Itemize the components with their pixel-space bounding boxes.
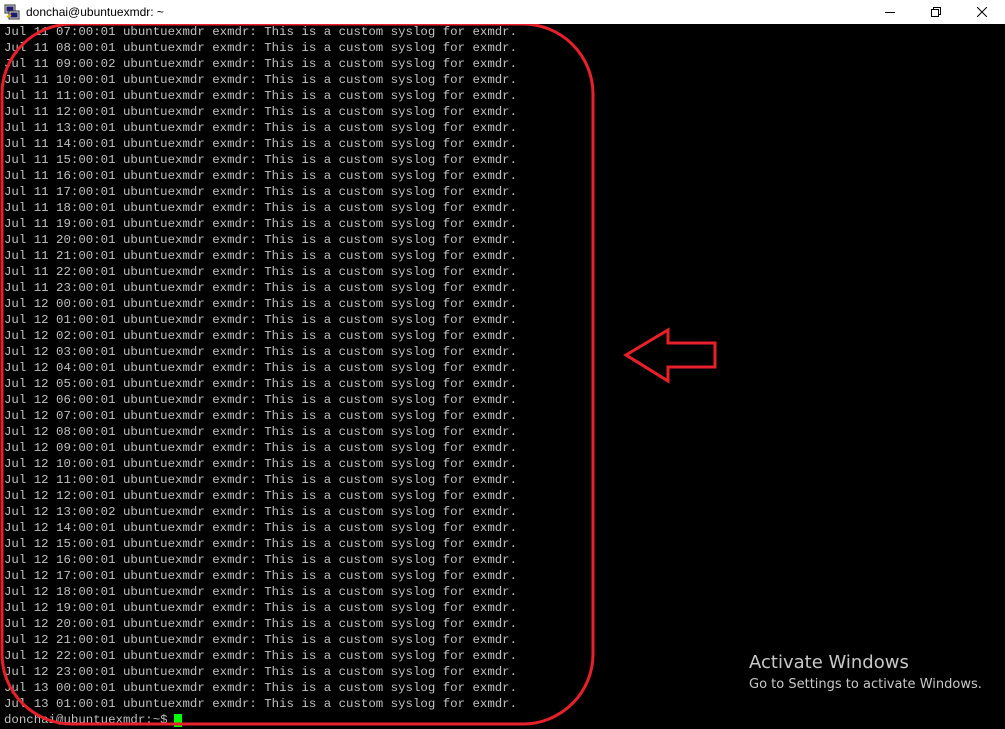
- log-line: Jul 11 14:00:01 ubuntuexmdr exmdr: This …: [4, 137, 518, 151]
- log-line: Jul 11 15:00:01 ubuntuexmdr exmdr: This …: [4, 153, 518, 167]
- log-line: Jul 13 01:00:01 ubuntuexmdr exmdr: This …: [4, 697, 518, 711]
- window-controls: [867, 0, 1005, 24]
- terminal-area[interactable]: Jul 11 07:00:01 ubuntuexmdr exmdr: This …: [0, 24, 1005, 729]
- log-line: Jul 12 05:00:01 ubuntuexmdr exmdr: This …: [4, 377, 518, 391]
- restore-button[interactable]: [913, 0, 959, 24]
- log-line: Jul 12 12:00:01 ubuntuexmdr exmdr: This …: [4, 489, 518, 503]
- left-arrow-icon: [623, 327, 717, 384]
- log-line: Jul 11 19:00:01 ubuntuexmdr exmdr: This …: [4, 217, 518, 231]
- log-line: Jul 12 19:00:01 ubuntuexmdr exmdr: This …: [4, 601, 518, 615]
- log-line: Jul 12 18:00:01 ubuntuexmdr exmdr: This …: [4, 585, 518, 599]
- log-line: Jul 11 10:00:01 ubuntuexmdr exmdr: This …: [4, 73, 518, 87]
- log-line: Jul 11 13:00:01 ubuntuexmdr exmdr: This …: [4, 121, 518, 135]
- log-line: Jul 12 01:00:01 ubuntuexmdr exmdr: This …: [4, 313, 518, 327]
- log-line: Jul 11 20:00:01 ubuntuexmdr exmdr: This …: [4, 233, 518, 247]
- log-line: Jul 11 21:00:01 ubuntuexmdr exmdr: This …: [4, 249, 518, 263]
- close-button[interactable]: [959, 0, 1005, 24]
- log-line: Jul 12 09:00:01 ubuntuexmdr exmdr: This …: [4, 441, 518, 455]
- log-line: Jul 12 02:00:01 ubuntuexmdr exmdr: This …: [4, 329, 518, 343]
- log-line: Jul 12 00:00:01 ubuntuexmdr exmdr: This …: [4, 297, 518, 311]
- window-title: donchai@ubuntuexmdr: ~: [26, 5, 164, 19]
- log-line: Jul 12 23:00:01 ubuntuexmdr exmdr: This …: [4, 665, 518, 679]
- restore-icon: [931, 7, 941, 17]
- close-icon: [977, 7, 987, 17]
- terminal-output: Jul 11 07:00:01 ubuntuexmdr exmdr: This …: [4, 24, 517, 728]
- log-line: Jul 12 17:00:01 ubuntuexmdr exmdr: This …: [4, 569, 518, 583]
- prompt-line[interactable]: donchai@ubuntuexmdr:~$: [4, 712, 517, 728]
- log-line: Jul 11 07:00:01 ubuntuexmdr exmdr: This …: [4, 25, 518, 39]
- watermark-subtitle: Go to Settings to activate Windows.: [749, 677, 982, 692]
- log-line: Jul 12 21:00:01 ubuntuexmdr exmdr: This …: [4, 633, 518, 647]
- log-line: Jul 12 15:00:01 ubuntuexmdr exmdr: This …: [4, 537, 518, 551]
- log-line: Jul 11 12:00:01 ubuntuexmdr exmdr: This …: [4, 105, 518, 119]
- log-line: Jul 11 23:00:01 ubuntuexmdr exmdr: This …: [4, 281, 518, 295]
- log-line: Jul 12 03:00:01 ubuntuexmdr exmdr: This …: [4, 345, 518, 359]
- log-line: Jul 12 16:00:01 ubuntuexmdr exmdr: This …: [4, 553, 518, 567]
- log-line: Jul 11 09:00:02 ubuntuexmdr exmdr: This …: [4, 57, 518, 71]
- minimize-icon: [885, 12, 895, 13]
- log-line: Jul 11 17:00:01 ubuntuexmdr exmdr: This …: [4, 185, 518, 199]
- log-line: Jul 12 07:00:01 ubuntuexmdr exmdr: This …: [4, 409, 518, 423]
- log-line: Jul 12 11:00:01 ubuntuexmdr exmdr: This …: [4, 473, 518, 487]
- log-line: Jul 11 18:00:01 ubuntuexmdr exmdr: This …: [4, 201, 518, 215]
- log-line: Jul 11 22:00:01 ubuntuexmdr exmdr: This …: [4, 265, 518, 279]
- watermark-title: Activate Windows: [749, 652, 909, 673]
- log-line: Jul 12 08:00:01 ubuntuexmdr exmdr: This …: [4, 425, 518, 439]
- log-line: Jul 11 11:00:01 ubuntuexmdr exmdr: This …: [4, 89, 518, 103]
- log-line: Jul 13 00:00:01 ubuntuexmdr exmdr: This …: [4, 681, 518, 695]
- minimize-button[interactable]: [867, 0, 913, 24]
- log-line: Jul 11 08:00:01 ubuntuexmdr exmdr: This …: [4, 41, 518, 55]
- text-cursor: [173, 713, 182, 727]
- log-line: Jul 12 20:00:01 ubuntuexmdr exmdr: This …: [4, 617, 518, 631]
- putty-icon[interactable]: [4, 4, 20, 20]
- log-line: Jul 12 22:00:01 ubuntuexmdr exmdr: This …: [4, 649, 518, 663]
- log-line: Jul 12 06:00:01 ubuntuexmdr exmdr: This …: [4, 393, 518, 407]
- putty-window: donchai@ubuntuexmdr: ~ Jul 11 07:00:01 u…: [0, 0, 1005, 729]
- log-line: Jul 12 10:00:01 ubuntuexmdr exmdr: This …: [4, 457, 518, 471]
- shell-prompt: donchai@ubuntuexmdr:~$: [4, 713, 168, 727]
- log-line: Jul 12 14:00:01 ubuntuexmdr exmdr: This …: [4, 521, 518, 535]
- log-line: Jul 12 04:00:01 ubuntuexmdr exmdr: This …: [4, 361, 518, 375]
- log-line: Jul 11 16:00:01 ubuntuexmdr exmdr: This …: [4, 169, 518, 183]
- log-line: Jul 12 13:00:02 ubuntuexmdr exmdr: This …: [4, 505, 518, 519]
- title-bar[interactable]: donchai@ubuntuexmdr: ~: [0, 0, 1005, 24]
- activate-windows-watermark: Activate Windows Go to Settings to activ…: [749, 652, 982, 694]
